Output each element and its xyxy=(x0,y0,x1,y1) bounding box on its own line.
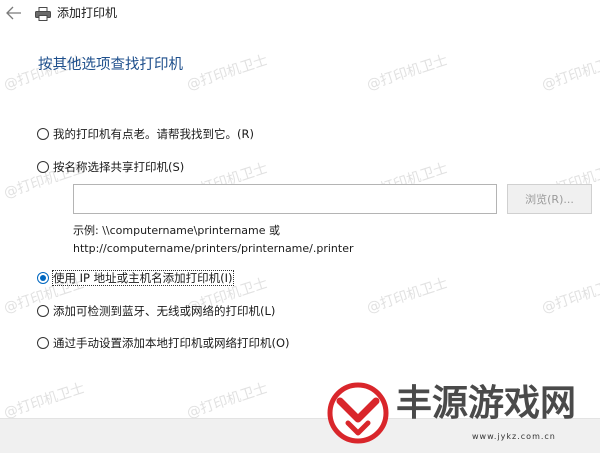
example-line: 示例: \\computername\printername 或 xyxy=(73,224,281,237)
option-shared-printer-by-name[interactable]: 按名称选择共享打印机(S) xyxy=(37,159,184,175)
option-label: 使用 IP 地址或主机名添加打印机(I) xyxy=(52,270,234,286)
example-text: 示例: \\computername\printername 或 http://… xyxy=(73,222,354,258)
window-title: 添加打印机 xyxy=(57,6,118,20)
site-url: www.jykz.com.cn xyxy=(472,432,556,441)
watermark: @打印机卫士 xyxy=(539,275,600,317)
shared-printer-name-input[interactable] xyxy=(73,184,497,214)
option-bluetooth-wireless-network[interactable]: 添加可检测到蓝牙、无线或网络的打印机(L) xyxy=(37,303,275,319)
option-label: 我的打印机有点老。请帮我找到它。(R) xyxy=(53,127,254,141)
back-arrow-icon[interactable] xyxy=(5,5,23,21)
option-label: 添加可检测到蓝牙、无线或网络的打印机(L) xyxy=(53,304,276,318)
browse-button[interactable]: 浏览(R)... xyxy=(507,184,592,214)
watermark: @打印机卫士 xyxy=(1,380,87,422)
title-bar: 添加打印机 xyxy=(0,0,600,28)
radio-button[interactable] xyxy=(37,161,49,173)
watermark: @打印机卫士 xyxy=(184,52,270,94)
watermark: @打印机卫士 xyxy=(184,380,270,422)
add-printer-window: @打印机卫士 @打印机卫士 @打印机卫士 @打印机卫士 @打印机卫士 @打印机卫… xyxy=(0,0,600,453)
option-ip-or-hostname[interactable]: 使用 IP 地址或主机名添加打印机(I) xyxy=(37,270,234,286)
example-line: http://computername/printers/printername… xyxy=(73,242,354,255)
watermark: @打印机卫士 xyxy=(364,275,450,317)
option-label: 按名称选择共享打印机(S) xyxy=(53,160,185,174)
radio-button[interactable] xyxy=(37,305,49,317)
page-heading: 按其他选项查找打印机 xyxy=(38,57,183,73)
printer-icon xyxy=(35,7,51,21)
site-name: 丰源游戏网 xyxy=(396,383,577,424)
option-old-printer[interactable]: 我的打印机有点老。请帮我找到它。(R) xyxy=(37,126,254,142)
option-label: 通过手动设置添加本地打印机或网络打印机(O) xyxy=(53,336,290,350)
option-manual-local-or-network[interactable]: 通过手动设置添加本地打印机或网络打印机(O) xyxy=(37,335,290,351)
watermark: @打印机卫士 xyxy=(364,52,450,94)
radio-button[interactable] xyxy=(37,128,49,140)
watermark: @打印机卫士 xyxy=(539,52,600,94)
radio-button[interactable] xyxy=(37,337,49,349)
radio-button-selected[interactable] xyxy=(37,272,49,284)
site-logo-icon xyxy=(327,382,389,444)
